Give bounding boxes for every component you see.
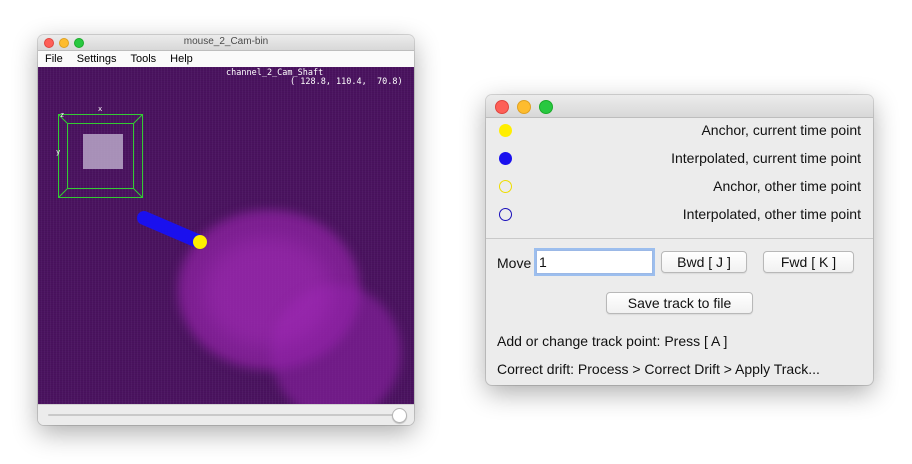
move-label: Move (497, 255, 532, 271)
move-step-input[interactable] (536, 250, 653, 274)
zoom-button[interactable] (539, 100, 553, 114)
viewer-title: mouse_2_Cam-bin (183, 36, 269, 47)
blue-filled-dot-icon (499, 152, 512, 165)
yellow-filled-dot-icon (499, 124, 512, 137)
close-button[interactable] (495, 100, 509, 114)
viewer-window: mouse_2_Cam-bin File Settings Tools Help… (38, 35, 414, 425)
blue-outline-dot-icon (499, 208, 512, 221)
interpolated-track-segment (137, 211, 207, 249)
correct-drift-hint: Correct drift: Process > Correct Drift >… (497, 361, 820, 377)
legend-label: Interpolated, other time point (682, 206, 861, 222)
image-canvas[interactable]: channel_2_Cam_Shaft ( 128.8, 110.4, 70.8… (38, 67, 414, 405)
anchor-point[interactable] (193, 235, 207, 249)
legend-label: Anchor, current time point (701, 122, 861, 138)
track-legend: Anchor, current time point Interpolated,… (486, 118, 873, 238)
save-track-button[interactable]: Save track to file (606, 292, 753, 314)
tracker-panel-window: Anchor, current time point Interpolated,… (486, 95, 873, 385)
time-slider[interactable] (38, 404, 414, 425)
time-slider-track[interactable] (48, 414, 402, 416)
track-overlay (137, 211, 207, 249)
menu-settings[interactable]: Settings (77, 53, 117, 65)
backward-button[interactable]: Bwd [ J ] (661, 251, 747, 273)
menu-help[interactable]: Help (170, 53, 193, 65)
menu-tools[interactable]: Tools (130, 53, 156, 65)
track-controls: Move Bwd [ J ] Fwd [ K ] Save track to f… (486, 239, 873, 385)
legend-label: Interpolated, current time point (671, 150, 861, 166)
legend-item-anchor-current: Anchor, current time point (486, 121, 861, 141)
legend-item-interpolated-current: Interpolated, current time point (486, 149, 861, 169)
legend-label: Anchor, other time point (713, 178, 861, 194)
time-slider-thumb[interactable] (392, 408, 407, 423)
menu-file[interactable]: File (45, 53, 63, 65)
legend-item-interpolated-other: Interpolated, other time point (486, 205, 861, 225)
forward-button[interactable]: Fwd [ K ] (763, 251, 854, 273)
legend-item-anchor-other: Anchor, other time point (486, 177, 861, 197)
add-point-hint: Add or change track point: Press [ A ] (497, 333, 728, 349)
yellow-outline-dot-icon (499, 180, 512, 193)
minimize-button[interactable] (517, 100, 531, 114)
panel-titlebar[interactable] (486, 95, 873, 118)
viewer-titlebar[interactable]: mouse_2_Cam-bin (38, 35, 414, 51)
menubar: File Settings Tools Help (38, 51, 414, 68)
